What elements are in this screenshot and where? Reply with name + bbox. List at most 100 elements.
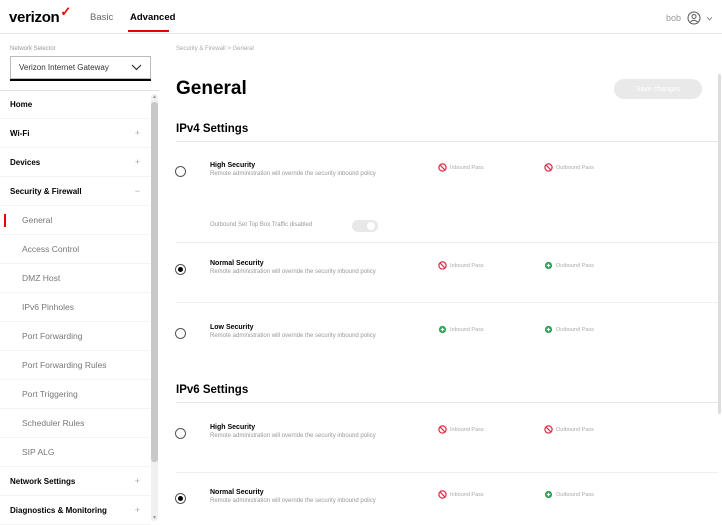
outbound-rule: Outbound Pass	[544, 425, 594, 434]
sidebar-item-general[interactable]: General	[0, 206, 150, 235]
block-icon	[438, 425, 447, 434]
sidebar-item-access-control[interactable]: Access Control	[0, 235, 150, 264]
stb-traffic-toggle[interactable]	[352, 220, 378, 232]
sidebar-item-devices[interactable]: Devices +	[0, 148, 150, 177]
row-divider	[176, 302, 718, 303]
outbound-rule: Outbound Pass	[544, 163, 594, 172]
save-button[interactable]: Save changes	[614, 79, 702, 99]
sidebar-item-label: Security & Firewall	[10, 186, 82, 196]
sidebar-scrollbar[interactable]: ▲ ▼	[151, 94, 158, 521]
inbound-rule: Inbound Pass	[438, 163, 484, 172]
user-icon[interactable]	[687, 11, 701, 25]
expand-icon[interactable]: +	[135, 505, 140, 515]
inbound-rule: Inbound Pass	[438, 261, 484, 270]
sidebar-nav: Home Wi-Fi + Devices + Security & Firewall − Ge…	[0, 90, 150, 525]
outbound-rule-label: Outbound Pass	[556, 262, 594, 269]
sidebar-item-label: Access Control	[22, 244, 80, 254]
inbound-rule: Inbound Pass	[438, 490, 484, 499]
scroll-up-icon[interactable]: ▲	[152, 94, 157, 100]
stb-toggle-label: Outbound Set Top Box Traffic disabled	[210, 222, 313, 228]
inbound-rule: Inbound Pass	[438, 425, 484, 434]
chevron-down-icon	[131, 62, 142, 74]
main-scrollbar[interactable]	[718, 74, 721, 414]
inbound-rule-label: Inbound Pass	[450, 262, 484, 269]
selector-underline	[10, 79, 151, 81]
network-selector-label: Network Selector	[10, 46, 56, 52]
outbound-rule-label: Outbound Pass	[556, 491, 594, 498]
expand-icon[interactable]: +	[135, 157, 140, 167]
sidebar-item-label: Diagnostics & Monitoring	[10, 505, 107, 515]
inbound-rule: Inbound Pass	[438, 325, 484, 334]
outbound-rule-label: Outbound Pass	[556, 326, 594, 333]
sidebar-item-label: DMZ Host	[22, 273, 61, 283]
sidebar-item-label: Scheduler Rules	[22, 418, 85, 428]
active-tab-indicator	[128, 30, 169, 32]
expand-icon[interactable]: +	[135, 128, 140, 138]
verizon-logo[interactable]: verizon✓	[9, 4, 71, 26]
sidebar-item-sip-alg[interactable]: SIP ALG	[0, 438, 150, 467]
sidebar-item-label: SIP ALG	[22, 447, 55, 457]
chevron-down-icon[interactable]	[706, 13, 713, 23]
allow-icon	[438, 325, 447, 334]
sidebar-item-network-settings[interactable]: Network Settings +	[0, 467, 150, 496]
expand-icon[interactable]: +	[135, 476, 140, 486]
ipv6-header: IPv6 Settings	[176, 384, 249, 396]
user-menu[interactable]: bob	[666, 11, 713, 25]
sidebar-item-label: Devices	[10, 157, 41, 167]
sidebar-item-label: IPv6 Pinholes	[22, 302, 74, 312]
section-divider	[176, 402, 718, 403]
ipv4-header: IPv4 Settings	[176, 123, 249, 135]
allow-icon	[544, 325, 553, 334]
security-level-radio[interactable]	[175, 328, 186, 339]
security-level-description: Remote administration will override the …	[210, 269, 376, 275]
sidebar-item-label: Network Settings	[10, 476, 76, 486]
network-selector[interactable]: Verizon Internet Gateway	[10, 56, 151, 79]
section-divider	[176, 141, 718, 142]
security-level-radio[interactable]	[175, 493, 186, 504]
sidebar-item-label: Port Forwarding Rules	[22, 360, 107, 370]
outbound-rule-label: Outbound Pass	[556, 426, 594, 433]
sidebar-item-label: General	[22, 215, 53, 225]
tab-basic[interactable]: Basic	[90, 12, 113, 23]
collapse-icon[interactable]: −	[135, 186, 140, 196]
sidebar-item-port-forwarding-rules[interactable]: Port Forwarding Rules	[0, 351, 150, 380]
network-selector-value: Verizon Internet Gateway	[19, 63, 109, 72]
outbound-rule: Outbound Pass	[544, 490, 594, 499]
sidebar-item-label: Port Forwarding	[22, 331, 83, 341]
row-divider	[176, 472, 718, 473]
inbound-rule-label: Inbound Pass	[450, 426, 484, 433]
main-content: Security & Firewall > General General Sa…	[160, 34, 722, 521]
outbound-rule: Outbound Pass	[544, 261, 594, 270]
tab-advanced[interactable]: Advanced	[130, 12, 175, 23]
sidebar-item-home[interactable]: Home	[0, 90, 150, 119]
security-level-description: Remote administration will override the …	[210, 498, 376, 504]
allow-icon	[544, 490, 553, 499]
sidebar-item-security-firewall[interactable]: Security & Firewall −	[0, 177, 150, 206]
inbound-rule-label: Inbound Pass	[450, 326, 484, 333]
security-level-description: Remote administration will override the …	[210, 433, 376, 439]
sidebar-item-ipv6-pinholes[interactable]: IPv6 Pinholes	[0, 293, 150, 322]
sidebar-item-wi-fi[interactable]: Wi-Fi +	[0, 119, 150, 148]
security-level-description: Remote administration will override the …	[210, 333, 376, 339]
allow-icon	[544, 261, 553, 270]
sidebar-item-dmz-host[interactable]: DMZ Host	[0, 264, 150, 293]
security-level-radio[interactable]	[175, 428, 186, 439]
sidebar-scroll-thumb[interactable]	[151, 102, 158, 462]
security-level-name: Low Security	[210, 324, 254, 331]
block-icon	[438, 490, 447, 499]
sidebar-item-label: Port Triggering	[22, 389, 78, 399]
security-level-radio[interactable]	[175, 166, 186, 177]
sidebar-item-port-forwarding[interactable]: Port Forwarding	[0, 322, 150, 351]
security-level-name: Normal Security	[210, 489, 264, 496]
block-icon	[438, 163, 447, 172]
sidebar: Network Selector Verizon Internet Gatewa…	[0, 34, 160, 525]
security-level-radio[interactable]	[175, 264, 186, 275]
logo-check-icon: ✓	[60, 4, 72, 19]
scroll-down-icon[interactable]: ▼	[152, 515, 157, 521]
security-level-name: High Security	[210, 162, 256, 169]
outbound-rule-label: Outbound Pass	[556, 164, 594, 171]
block-icon	[438, 261, 447, 270]
sidebar-item-scheduler-rules[interactable]: Scheduler Rules	[0, 409, 150, 438]
sidebar-item-port-triggering[interactable]: Port Triggering	[0, 380, 150, 409]
row-divider	[176, 242, 718, 243]
